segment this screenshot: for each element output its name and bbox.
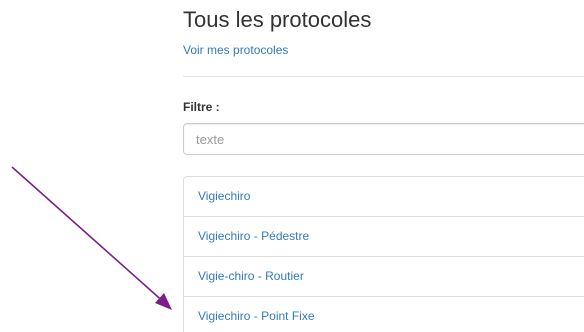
filter-label: Filtre : <box>183 100 220 114</box>
page-title: Tous les protocoles <box>183 7 372 32</box>
protocol-item-vigiechiro-point-fixe[interactable]: Vigiechiro - Point Fixe <box>183 296 584 332</box>
protocols-page: Tous les protocoles Voir mes protocoles … <box>0 0 584 332</box>
filter-input[interactable] <box>183 123 584 155</box>
my-protocols-link[interactable]: Voir mes protocoles <box>183 42 288 58</box>
protocol-item-vigiechiro[interactable]: Vigiechiro <box>183 176 584 217</box>
protocol-list: Vigiechiro Vigiechiro - Pédestre Vigie-c… <box>183 176 584 332</box>
protocol-item-vigiechiro-pedestre[interactable]: Vigiechiro - Pédestre <box>183 216 584 257</box>
protocol-item-vigie-chiro-routier[interactable]: Vigie-chiro - Routier <box>183 256 584 297</box>
divider <box>183 76 584 77</box>
